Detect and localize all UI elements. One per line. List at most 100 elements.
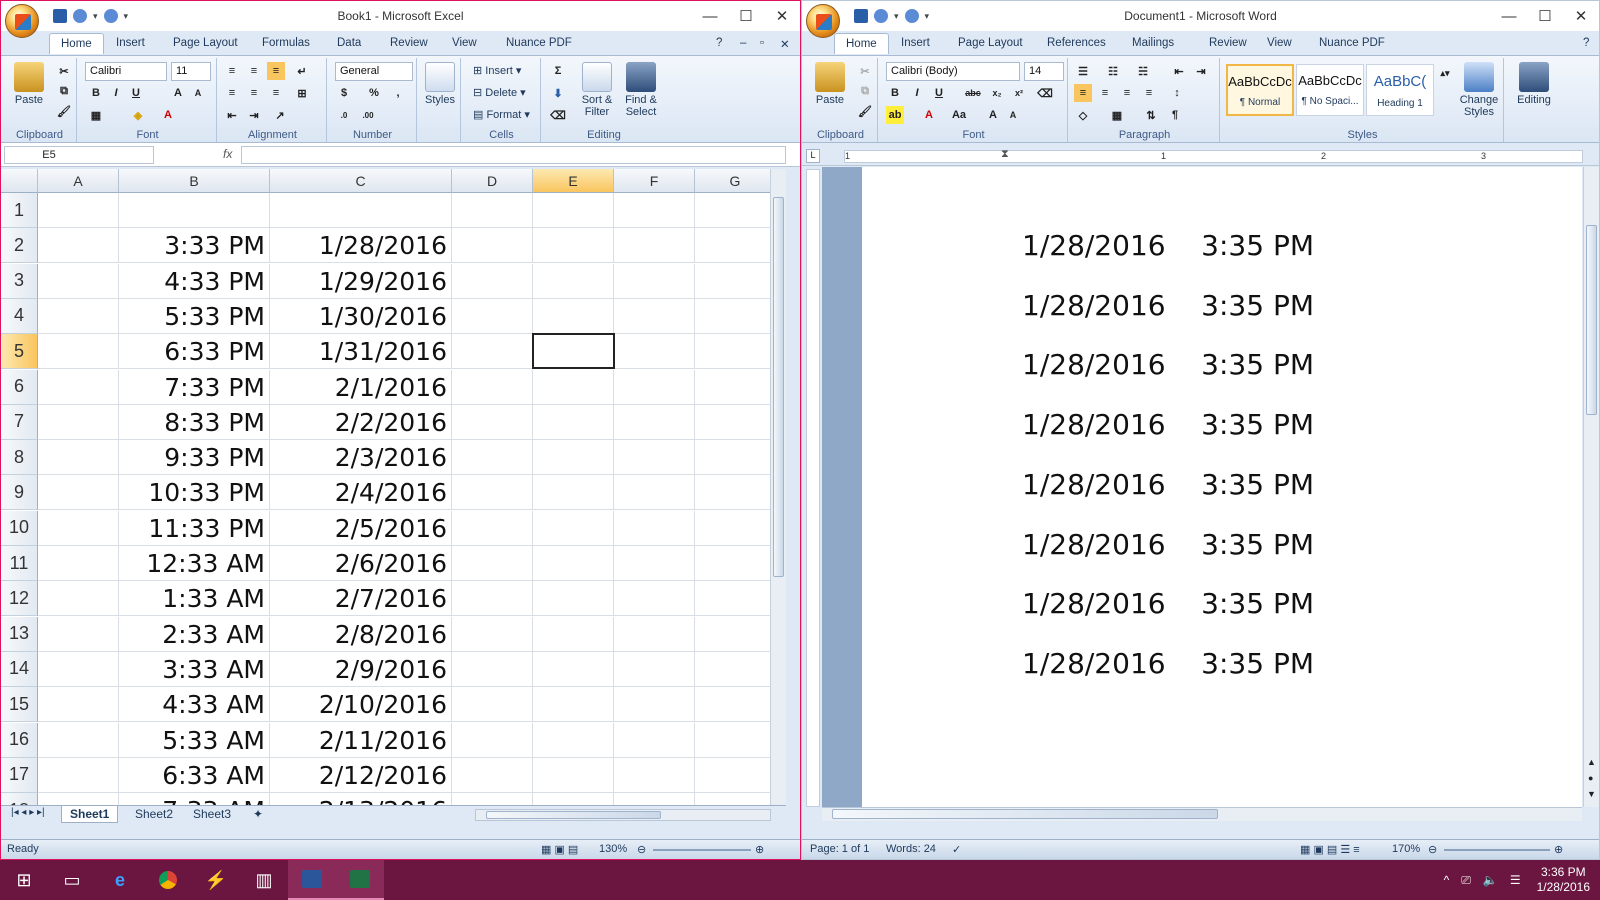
proofing-icon[interactable]: ✓ bbox=[952, 843, 961, 856]
cell-c4[interactable]: 1/30/2016 bbox=[270, 298, 452, 334]
row-header[interactable]: 12 bbox=[1, 581, 38, 617]
cell-c10[interactable]: 2/5/2016 bbox=[270, 510, 452, 546]
styles-button[interactable]: Styles bbox=[423, 62, 457, 106]
show-hidden-icons-icon[interactable]: ^ bbox=[1438, 873, 1456, 887]
document-line[interactable]: 1/28/2016 3:35 PM bbox=[1022, 348, 1314, 381]
indent-marker-icon[interactable]: ⧗ bbox=[1001, 148, 1009, 161]
borders-icon[interactable]: ▦ bbox=[87, 106, 105, 124]
cell-b2[interactable]: 3:33 PM bbox=[119, 228, 270, 264]
document-line[interactable]: 1/28/2016 3:35 PM bbox=[1022, 468, 1314, 501]
tab-view[interactable]: View bbox=[443, 35, 486, 51]
view-buttons[interactable]: ▦ ▣ ▤ ☰ ≡ bbox=[1300, 843, 1360, 856]
bullets-icon[interactable]: ☰ bbox=[1074, 62, 1092, 80]
cell-d12[interactable] bbox=[452, 581, 533, 617]
grow-font-icon[interactable]: A bbox=[169, 84, 187, 102]
document-line[interactable]: 1/28/2016 3:35 PM bbox=[1022, 587, 1314, 620]
cell-f3[interactable] bbox=[614, 263, 695, 299]
tab-formulas[interactable]: Formulas bbox=[253, 35, 319, 51]
paste-button[interactable]: Paste bbox=[810, 62, 850, 106]
document-vertical-scrollbar[interactable]: ▲ ● ▼ bbox=[1583, 167, 1599, 807]
cell-c15[interactable]: 2/10/2016 bbox=[270, 687, 452, 723]
column-header-f[interactable]: F bbox=[614, 169, 695, 193]
cell-d5[interactable] bbox=[452, 334, 533, 370]
fill-icon[interactable]: ⬇ bbox=[549, 84, 567, 102]
select-all-corner[interactable] bbox=[1, 169, 38, 193]
decrease-indent-icon[interactable]: ⇤ bbox=[223, 106, 241, 124]
excel-taskbar-icon[interactable] bbox=[336, 860, 384, 900]
editing-button[interactable]: Editing bbox=[1508, 62, 1560, 106]
cell-f13[interactable] bbox=[614, 616, 695, 652]
cell-c5[interactable]: 1/31/2016 bbox=[270, 334, 452, 370]
change-case-icon[interactable]: Aa bbox=[950, 106, 968, 124]
tab-nuance-pdf[interactable]: Nuance PDF bbox=[497, 35, 581, 51]
strikethrough-icon[interactable]: abc bbox=[964, 84, 982, 102]
cell-g10[interactable] bbox=[695, 510, 776, 546]
cell-f7[interactable] bbox=[614, 404, 695, 440]
office-button[interactable] bbox=[806, 4, 840, 38]
shrink-font-icon[interactable]: A bbox=[1004, 106, 1022, 124]
cell-f2[interactable] bbox=[614, 228, 695, 264]
minimize-icon[interactable]: — bbox=[1491, 1, 1527, 31]
style-no-spacing[interactable]: AaBbCcDc ¶ No Spaci... bbox=[1296, 64, 1364, 116]
cell-b9[interactable]: 10:33 PM bbox=[119, 475, 270, 511]
cell-c7[interactable]: 2/2/2016 bbox=[270, 404, 452, 440]
cell-a10[interactable] bbox=[38, 510, 119, 546]
cell-e1[interactable] bbox=[533, 193, 614, 228]
cell-g2[interactable] bbox=[695, 228, 776, 264]
cell-d3[interactable] bbox=[452, 263, 533, 299]
column-header-a[interactable]: A bbox=[38, 169, 119, 193]
decrease-decimal-icon[interactable]: .00 bbox=[359, 106, 377, 124]
cell-b15[interactable]: 4:33 AM bbox=[119, 687, 270, 723]
zoom-slider[interactable] bbox=[1444, 849, 1550, 851]
close-icon[interactable]: ✕ bbox=[1563, 1, 1599, 31]
cell-a4[interactable] bbox=[38, 298, 119, 334]
cell-b17[interactable]: 6:33 AM bbox=[119, 757, 270, 793]
cut-icon[interactable]: ✂ bbox=[55, 62, 73, 80]
align-center-icon[interactable]: ≡ bbox=[1096, 84, 1114, 102]
cell-b14[interactable]: 3:33 AM bbox=[119, 651, 270, 687]
cell-c11[interactable]: 2/6/2016 bbox=[270, 546, 452, 581]
row-header[interactable]: 10 bbox=[1, 510, 38, 546]
tab-home[interactable]: Home bbox=[834, 33, 889, 54]
cell-b6[interactable]: 7:33 PM bbox=[119, 369, 270, 405]
cell-b13[interactable]: 2:33 AM bbox=[119, 616, 270, 652]
underline-icon[interactable]: U bbox=[930, 84, 948, 102]
row-header[interactable]: 13 bbox=[1, 616, 38, 652]
cell-b8[interactable]: 9:33 PM bbox=[119, 440, 270, 476]
start-icon[interactable]: ⊞ bbox=[0, 860, 48, 900]
font-color-icon[interactable]: A bbox=[920, 106, 938, 124]
tab-page-layout[interactable]: Page Layout bbox=[164, 35, 247, 51]
tab-home[interactable]: Home bbox=[49, 33, 104, 54]
align-middle-icon[interactable]: ≡ bbox=[245, 62, 263, 80]
cell-e2[interactable] bbox=[533, 228, 614, 264]
bold-icon[interactable]: B bbox=[886, 84, 904, 102]
font-name-combo[interactable]: Calibri bbox=[85, 62, 167, 81]
cell-g12[interactable] bbox=[695, 581, 776, 617]
cell-f4[interactable] bbox=[614, 298, 695, 334]
cell-e9[interactable] bbox=[533, 475, 614, 511]
cell-a5[interactable] bbox=[38, 334, 119, 370]
cell-e6[interactable] bbox=[533, 369, 614, 405]
align-bottom-icon[interactable]: ≡ bbox=[267, 62, 285, 80]
cell-a14[interactable] bbox=[38, 651, 119, 687]
clear-icon[interactable]: ⌫ bbox=[549, 106, 567, 124]
wrap-text-icon[interactable]: ↵ bbox=[293, 62, 311, 80]
row-header[interactable]: 3 bbox=[1, 263, 38, 299]
cell-b12[interactable]: 1:33 AM bbox=[119, 581, 270, 617]
cell-b3[interactable]: 4:33 PM bbox=[119, 263, 270, 299]
show-hide-paragraph-icon[interactable]: ¶ bbox=[1166, 106, 1184, 124]
font-size-combo[interactable]: 14 bbox=[1024, 62, 1064, 81]
clock[interactable]: 3:36 PM 1/28/2016 bbox=[1527, 865, 1600, 895]
cell-e17[interactable] bbox=[533, 757, 614, 793]
zoom-level[interactable]: 170% bbox=[1392, 843, 1420, 855]
increase-indent-icon[interactable]: ⇥ bbox=[245, 106, 263, 124]
sheet-tab-1[interactable]: Sheet1 bbox=[61, 806, 119, 823]
align-left-icon[interactable]: ≡ bbox=[1074, 84, 1092, 102]
shrink-font-icon[interactable]: A bbox=[189, 84, 207, 102]
delete-cells-button[interactable]: ⊟ Delete ▾ bbox=[473, 86, 526, 99]
vertical-scroll-thumb[interactable] bbox=[773, 197, 784, 577]
currency-icon[interactable]: $ bbox=[335, 84, 353, 102]
minimize-icon[interactable]: — bbox=[692, 1, 728, 31]
cell-g8[interactable] bbox=[695, 440, 776, 476]
cell-c13[interactable]: 2/8/2016 bbox=[270, 616, 452, 652]
